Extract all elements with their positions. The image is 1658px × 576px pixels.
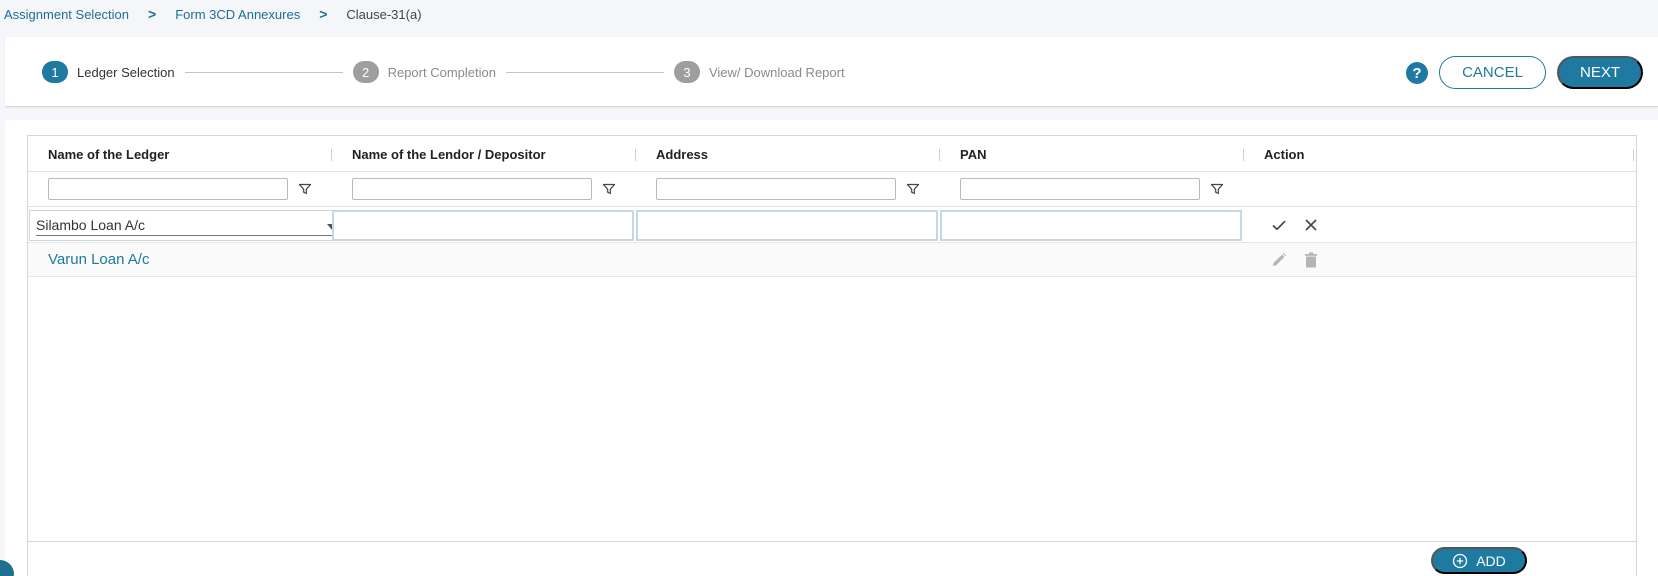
step-number: 3 xyxy=(673,61,700,83)
trash-icon[interactable] xyxy=(1302,251,1320,269)
column-divider[interactable] xyxy=(1243,149,1244,161)
column-header-ledger[interactable]: Name of the Ledger xyxy=(48,136,169,172)
step-ledger-selection[interactable]: 1 Ledger Selection xyxy=(42,61,175,83)
table-row: Varun Loan A/c xyxy=(28,243,1636,277)
column-header-lender[interactable]: Name of the Lendor / Depositor xyxy=(352,136,546,172)
grid-edit-row: Silambo Loan A/c xyxy=(28,208,1636,243)
filter-input-ledger[interactable] xyxy=(48,178,288,200)
filter-icon[interactable] xyxy=(602,182,616,196)
column-divider xyxy=(1633,149,1634,161)
step-report-completion[interactable]: 2 Report Completion xyxy=(352,61,496,83)
column-header-address[interactable]: Address xyxy=(656,136,708,172)
filter-icon[interactable] xyxy=(906,182,920,196)
ledger-select[interactable]: Silambo Loan A/c xyxy=(29,210,346,241)
step-number: 1 xyxy=(42,61,68,83)
column-divider[interactable] xyxy=(331,149,332,161)
close-icon[interactable] xyxy=(1302,216,1320,234)
grid-header-row: Name of the Ledger Name of the Lendor / … xyxy=(28,136,1636,172)
step-label: View/ Download Report xyxy=(708,64,845,80)
column-divider[interactable] xyxy=(939,149,940,161)
add-button-label: ADD xyxy=(1476,552,1506,569)
filter-icon[interactable] xyxy=(298,182,312,196)
grid-filter-row xyxy=(28,172,1636,207)
step-number: 2 xyxy=(352,61,379,83)
pan-input[interactable] xyxy=(940,210,1242,241)
column-header-action: Action xyxy=(1264,146,1305,162)
step-label: Report Completion xyxy=(387,64,496,80)
select-underline xyxy=(36,235,341,236)
step-label: Ledger Selection xyxy=(77,64,175,80)
ledger-name-link[interactable]: Varun Loan A/c xyxy=(48,251,149,268)
next-button[interactable]: NEXT xyxy=(1557,56,1643,89)
breadcrumb-assignment-selection[interactable]: Assignment Selection xyxy=(4,7,129,22)
pencil-icon[interactable] xyxy=(1270,251,1288,269)
column-divider[interactable] xyxy=(635,149,636,161)
column-header-pan[interactable]: PAN xyxy=(960,136,986,172)
breadcrumb-separator: > xyxy=(148,6,157,22)
breadcrumb-current: Clause-31(a) xyxy=(346,6,422,22)
step-connector xyxy=(184,71,343,73)
plus-circle-icon xyxy=(1453,553,1468,568)
check-icon[interactable] xyxy=(1270,216,1288,234)
ledger-grid: Name of the Ledger Name of the Lendor / … xyxy=(27,135,1637,576)
filter-input-pan[interactable] xyxy=(960,178,1200,200)
grid-footer: ADD xyxy=(28,541,1636,576)
cancel-button[interactable]: CANCEL xyxy=(1439,56,1546,89)
address-input[interactable] xyxy=(636,210,938,241)
breadcrumb: Assignment Selection > Form 3CD Annexure… xyxy=(4,4,422,24)
stepper: 1 Ledger Selection 2 Report Completion 3… xyxy=(42,61,845,83)
breadcrumb-form-3cd-annexures[interactable]: Form 3CD Annexures xyxy=(175,7,300,22)
lender-input[interactable] xyxy=(332,210,634,241)
filter-input-lender[interactable] xyxy=(352,178,592,200)
step-view-download-report[interactable]: 3 View/ Download Report xyxy=(673,61,845,83)
breadcrumb-separator: > xyxy=(319,6,328,22)
filter-icon[interactable] xyxy=(1210,182,1224,196)
add-button[interactable]: ADD xyxy=(1431,547,1527,574)
ledger-select-value: Silambo Loan A/c xyxy=(36,217,145,233)
stepper-card: 1 Ledger Selection 2 Report Completion 3… xyxy=(5,37,1658,107)
grid-panel: Name of the Ledger Name of the Lendor / … xyxy=(5,120,1658,576)
step-connector xyxy=(505,71,664,73)
filter-input-address[interactable] xyxy=(656,178,896,200)
help-icon[interactable]: ? xyxy=(1406,62,1428,84)
